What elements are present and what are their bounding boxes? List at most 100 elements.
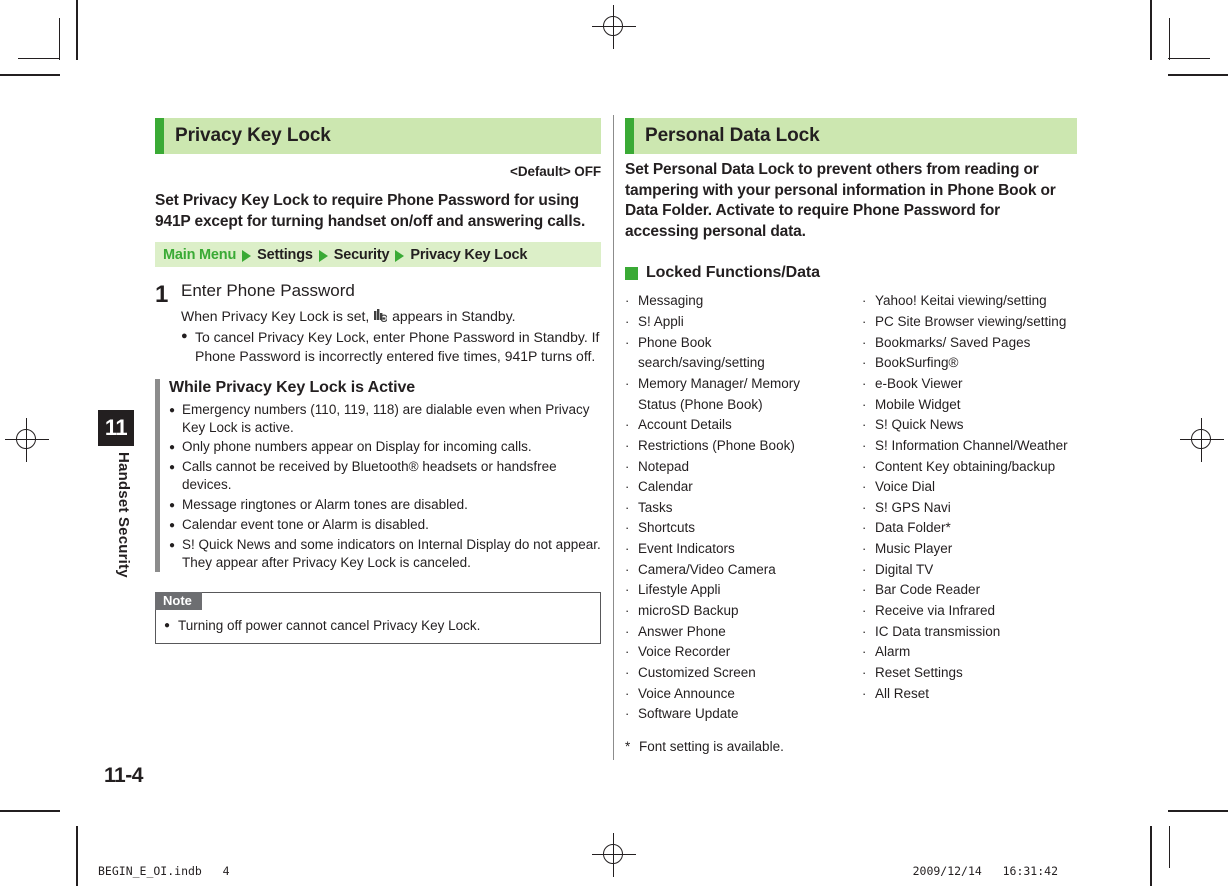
list-item: · Bookmarks/ Saved Pages: [862, 333, 1077, 354]
list-item-label: Shortcuts: [638, 520, 696, 536]
list-item: · Notepad: [625, 457, 840, 478]
list-item-label: Only phone numbers appear on Display for…: [182, 439, 532, 455]
trim-mark-top-left-v: [59, 18, 60, 60]
list-item: · Alarm: [862, 642, 1077, 663]
middot-bullet-icon: ·: [862, 314, 867, 330]
list-item: · Yahoo! Keitai viewing/setting: [862, 291, 1077, 312]
list-item: · Tasks: [625, 498, 840, 519]
trim-mark-top-right-h: [1168, 58, 1210, 59]
crop-mark-top-right-h: [1168, 74, 1228, 76]
section-title: Privacy Key Lock: [175, 125, 331, 146]
breadcrumb-item-security[interactable]: Security: [334, 247, 390, 263]
list-item: ● Only phone numbers appear on Display f…: [169, 438, 601, 457]
list-item: · Phone Book search/saving/setting: [625, 333, 840, 374]
subsection-while-active: While Privacy Key Lock is Active ● Emerg…: [155, 378, 601, 573]
middot-bullet-icon: ·: [862, 376, 867, 391]
step-number: 1: [155, 281, 169, 309]
breadcrumb-item-main-menu[interactable]: Main Menu: [163, 247, 236, 263]
list-item-label: Software Update: [638, 706, 739, 722]
list-item-label: Reset Settings: [875, 664, 963, 680]
subsection-list: ● Emergency numbers (110, 119, 118) are …: [169, 401, 601, 572]
list-item: · Event Indicators: [625, 539, 840, 560]
list-item: ● Emergency numbers (110, 119, 118) are …: [169, 401, 601, 437]
list-item: · Voice Dial: [862, 477, 1077, 498]
middot-bullet-icon: ·: [862, 293, 867, 309]
list-item: · Mobile Widget: [862, 395, 1077, 416]
middot-bullet-icon: ·: [862, 334, 867, 350]
list-item-label: Camera/Video Camera: [638, 561, 776, 577]
locked-list-column-right: · Yahoo! Keitai viewing/setting · PC Site …: [862, 291, 1077, 753]
middot-bullet-icon: ·: [862, 664, 867, 680]
list-item-label: Mobile Widget: [875, 396, 961, 412]
step-body: Enter Phone Password When Privacy Key Lo…: [181, 281, 601, 366]
middot-bullet-icon: ·: [625, 479, 630, 495]
list-item-label: Message ringtones or Alarm tones are dis…: [182, 496, 468, 512]
locked-functions-label: Locked Functions/Data: [646, 264, 820, 282]
middot-bullet-icon: ·: [625, 314, 630, 330]
chapter-number-tab: 11: [98, 410, 134, 446]
footnote-text: Font setting is available.: [639, 738, 784, 754]
left-column: Privacy Key Lock <Default> OFF Set Priva…: [155, 118, 601, 645]
list-item: · Software Update: [625, 704, 840, 725]
section-header-privacy-key-lock: Privacy Key Lock: [155, 118, 601, 154]
crop-mark-bottom-right-h: [1168, 810, 1228, 812]
list-item-label: Notepad: [638, 458, 690, 474]
triangle-right-icon: [242, 249, 252, 262]
list-item: · Calendar: [625, 477, 840, 498]
breadcrumb-item-privacy-key-lock[interactable]: Privacy Key Lock: [410, 247, 527, 263]
print-footer-timestamp: 2009/12/14 16:31:42: [912, 864, 1058, 878]
section-title: Personal Data Lock: [645, 125, 820, 146]
middot-bullet-icon: ·: [625, 685, 630, 701]
list-item: · S! Appli: [625, 312, 840, 333]
list-item-label: Customized Screen: [638, 664, 756, 680]
middot-bullet-icon: ·: [862, 520, 867, 536]
list-item-label: Answer Phone: [638, 623, 726, 639]
list-item: · IC Data transmission: [862, 622, 1077, 643]
list-item-label: IC Data transmission: [875, 623, 1001, 639]
middot-bullet-icon: ·: [625, 520, 630, 536]
middot-bullet-icon: ·: [625, 664, 630, 680]
middot-bullet-icon: ·: [862, 437, 867, 453]
list-item-label: Account Details: [638, 417, 732, 433]
filled-circle-bullet-icon: ●: [164, 620, 171, 632]
middot-bullet-icon: ·: [625, 644, 630, 660]
middot-bullet-icon: ·: [862, 644, 867, 660]
green-square-icon: [625, 266, 638, 280]
filled-circle-bullet-icon: ●: [169, 404, 176, 416]
middot-bullet-icon: ·: [862, 623, 867, 639]
breadcrumb-item-settings[interactable]: Settings: [257, 247, 313, 263]
middot-bullet-icon: ·: [862, 417, 867, 433]
list-item: · Digital TV: [862, 560, 1077, 581]
list-item-label: Alarm: [875, 644, 911, 660]
print-footer-filename: BEGIN_E_OI.indb 4: [98, 864, 230, 878]
list-item-label: Memory Manager/ Memory Status (Phone Boo…: [638, 376, 801, 412]
locked-list-right: · Yahoo! Keitai viewing/setting · PC Site …: [862, 291, 1077, 704]
middot-bullet-icon: ·: [625, 582, 630, 598]
middot-bullet-icon: ·: [625, 623, 630, 639]
note-tag: Note: [155, 592, 202, 611]
list-item-label: PC Site Browser viewing/setting: [875, 314, 1067, 330]
middot-bullet-icon: ·: [625, 376, 630, 391]
crop-mark-top-right-v: [1150, 0, 1152, 60]
list-item-label: Voice Dial: [875, 479, 936, 495]
registration-mark-top-center: [592, 5, 636, 49]
chapter-title-vertical: Handset Security: [115, 452, 132, 578]
list-item-label: Data Folder*: [875, 520, 951, 536]
list-item: ● Message ringtones or Alarm tones are d…: [169, 496, 601, 515]
list-item: · Reset Settings: [862, 663, 1077, 684]
list-item: ● Calls cannot be received by Bluetooth®…: [169, 458, 601, 494]
registration-mark-left-center: [5, 418, 49, 462]
list-item-label: Messaging: [638, 293, 704, 309]
middot-bullet-icon: ·: [862, 355, 867, 371]
trim-mark-top-left-h: [18, 58, 60, 59]
section-header-personal-data-lock: Personal Data Lock: [625, 118, 1077, 154]
subsection-title: While Privacy Key Lock is Active: [169, 378, 416, 396]
step-bullet: ● To cancel Privacy Key Lock, enter Phon…: [181, 328, 601, 366]
trim-mark-top-right-v: [1169, 18, 1170, 60]
step-bullet-text: To cancel Privacy Key Lock, enter Phone …: [195, 328, 600, 364]
list-item-label: BookSurfing®: [875, 355, 959, 371]
list-item: · Memory Manager/ Memory Status (Phone Bo…: [625, 374, 840, 415]
privacy-key-lock-standby-icon: [374, 308, 388, 323]
footnote-marker: *: [625, 738, 631, 754]
list-item: · Lifestyle Appli: [625, 580, 840, 601]
